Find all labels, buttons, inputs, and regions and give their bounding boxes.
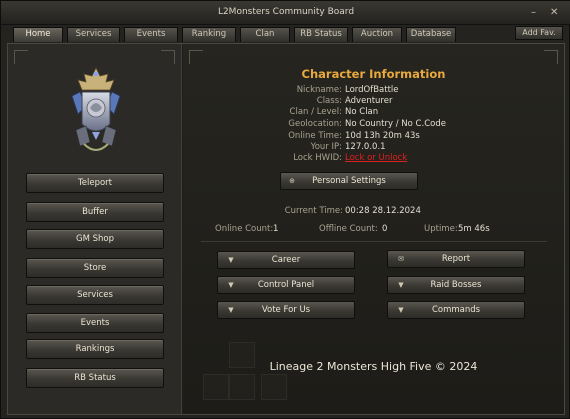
- personal-settings-label: Personal Settings: [312, 176, 386, 186]
- uptime-label: Uptime:: [424, 224, 458, 234]
- tab-ranking[interactable]: Ranking: [182, 27, 236, 42]
- vote-button[interactable]: ▼ Vote For Us: [217, 301, 355, 319]
- sidebar-item-buffer[interactable]: Buffer: [26, 202, 164, 222]
- faded-portrait-icon: [229, 374, 255, 400]
- control-panel-icon: ▼: [228, 281, 234, 289]
- vote-label: Vote For Us: [261, 305, 311, 315]
- divider: [201, 241, 547, 242]
- tab-bar: Home Services Events Ranking Clan RB Sta…: [11, 25, 567, 42]
- nickname-value: LordOfBattle: [345, 85, 399, 95]
- career-label: Career: [271, 255, 301, 265]
- tab-database[interactable]: Database: [406, 27, 456, 42]
- lock-hwid-label: Lock HWID:: [293, 153, 342, 163]
- gear-icon: ⊕: [289, 177, 295, 185]
- vote-icon: ▼: [228, 306, 234, 314]
- minimize-icon[interactable]: –: [531, 7, 536, 18]
- window-title: L2Monsters Community Board: [217, 7, 355, 17]
- clan-level-value: No Clan: [345, 107, 379, 117]
- raid-bosses-label: Raid Bosses: [430, 280, 482, 290]
- sidebar-item-rankings[interactable]: Rankings: [26, 339, 164, 359]
- sidebar-item-services[interactable]: Services: [26, 285, 164, 305]
- sidebar-item-rb-status[interactable]: RB Status: [26, 368, 164, 388]
- character-info-title: Character Information: [301, 67, 446, 81]
- faded-portrait-icon: [203, 374, 229, 400]
- online-time-value: 10d 13h 20m 43s: [345, 131, 420, 141]
- report-icon: ✉: [398, 255, 404, 263]
- personal-settings-button[interactable]: ⊕ Personal Settings: [280, 172, 418, 190]
- sidebar: Teleport Buffer GM Shop Store Services E…: [8, 44, 182, 414]
- report-label: Report: [441, 254, 471, 264]
- control-panel-label: Control Panel: [257, 280, 315, 290]
- career-icon: ▼: [228, 256, 234, 264]
- clan-level-label: Clan / Level:: [289, 107, 342, 117]
- raid-bosses-icon: ▼: [398, 281, 404, 289]
- frame-corner: [189, 50, 203, 64]
- tab-clan[interactable]: Clan: [240, 27, 290, 42]
- title-bar[interactable]: L2Monsters Community Board – ✕: [1, 1, 570, 25]
- tab-services[interactable]: Services: [67, 27, 120, 42]
- class-label: Class:: [316, 96, 342, 106]
- tab-auction[interactable]: Auction: [352, 27, 402, 42]
- board-content: Teleport Buffer GM Shop Store Services E…: [7, 43, 565, 415]
- online-count-label: Online Count:: [215, 224, 274, 234]
- control-panel-button[interactable]: ▼ Control Panel: [217, 276, 355, 294]
- class-value: Adventurer: [345, 96, 393, 106]
- geolocation-label: Geolocation:: [288, 119, 342, 129]
- community-board-window: L2Monsters Community Board – ✕ Home Serv…: [0, 0, 570, 419]
- online-time-label: Online Time:: [288, 131, 342, 141]
- add-favorite-button[interactable]: Add Fav.: [515, 26, 563, 40]
- ip-value: 127.0.0.1: [345, 142, 386, 152]
- current-time-value: 00:28 28.12.2024: [345, 206, 421, 216]
- current-time-label: Current Time:: [284, 206, 343, 216]
- sidebar-item-teleport[interactable]: Teleport: [26, 173, 164, 193]
- sidebar-item-events[interactable]: Events: [26, 313, 164, 333]
- lock-hwid-link[interactable]: Lock or Unlock: [345, 153, 407, 163]
- frame-corner: [14, 50, 28, 64]
- sidebar-item-store[interactable]: Store: [26, 258, 164, 278]
- raid-bosses-button[interactable]: ▼ Raid Bosses: [387, 276, 525, 294]
- commands-button[interactable]: ▼ Commands: [387, 301, 525, 319]
- commands-label: Commands: [431, 305, 481, 315]
- close-icon[interactable]: ✕: [550, 7, 558, 18]
- ip-label: Your IP:: [310, 142, 342, 152]
- report-button[interactable]: ✉ Report: [387, 250, 525, 268]
- main-panel: Character Information Nickname: LordOfBa…: [183, 44, 564, 414]
- nickname-label: Nickname:: [296, 85, 342, 95]
- offline-count-label: Offline Count:: [319, 224, 378, 234]
- crest-emblem-icon: [71, 67, 121, 151]
- tab-home[interactable]: Home: [13, 27, 63, 42]
- sidebar-item-gm-shop[interactable]: GM Shop: [26, 229, 164, 249]
- tab-rb-status[interactable]: RB Status: [294, 27, 348, 42]
- tab-events[interactable]: Events: [124, 27, 178, 42]
- faded-portrait-icon: [261, 374, 287, 400]
- offline-count-value: 0: [382, 224, 388, 234]
- frame-corner: [544, 50, 558, 64]
- career-button[interactable]: ▼ Career: [217, 251, 355, 269]
- footer-text: Lineage 2 Monsters High Five © 2024: [269, 360, 478, 373]
- online-count-value: 1: [273, 224, 279, 234]
- frame-corner: [161, 50, 175, 64]
- geolocation-value: No Country / No C.Code: [345, 119, 446, 129]
- uptime-value: 5m 46s: [458, 224, 490, 234]
- commands-icon: ▼: [398, 306, 404, 314]
